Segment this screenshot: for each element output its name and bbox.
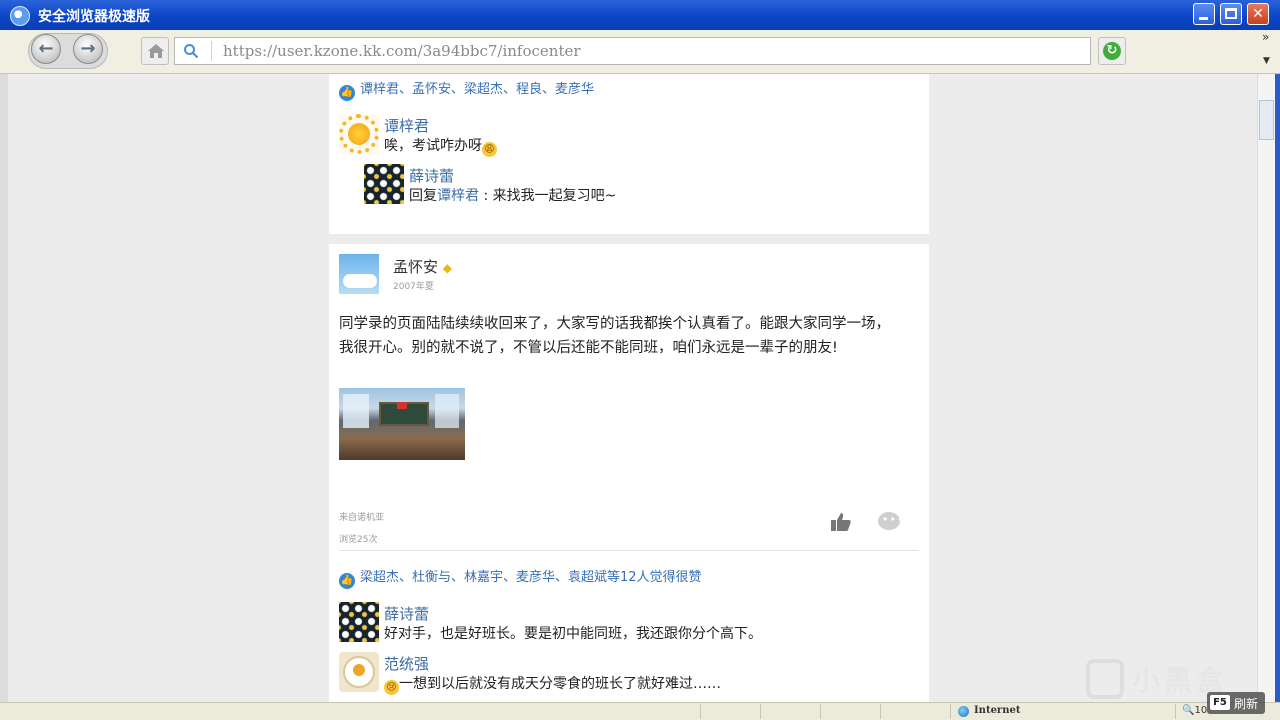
cloud-shape [343,274,377,288]
status-segment [880,704,881,719]
status-segment [760,704,761,719]
window-right-edge [1275,74,1280,702]
status-segment [1175,704,1176,719]
post-body-line: 同学录的页面陆陆续续收回来了，大家写的话我都挨个认真看了。能跟大家同学一场， [339,316,890,332]
status-segment [950,704,951,719]
home-button[interactable] [141,37,169,65]
title-bar: 安全浏览器极速版 ✕ [0,0,1280,30]
f5-key: F5 [1210,695,1230,710]
comment-text: 唉，考试咋办呀 😩 [384,135,497,157]
avatar[interactable] [339,652,379,692]
comment-author[interactable]: 薛诗蕾 [384,603,429,624]
photo-window [435,394,459,428]
egg-yolk-shape [353,664,365,676]
url-input[interactable] [223,41,1073,61]
sun-core [348,123,370,145]
post-views: 浏览25次 [339,535,378,545]
photo-banner [397,402,407,409]
security-zone: Internet [974,705,1021,716]
comment-author[interactable]: 范统强 [384,653,429,674]
watermark-logo-icon [1086,659,1124,699]
post-source: 来自诺机亚 [339,513,385,523]
reply-text: 回复谭梓君 : 来找我一起复习吧~ [409,185,616,205]
post-date: 2007年夏 [393,282,434,292]
post-body: 同学录的页面陆陆续续收回来了，大家写的话我都挨个认真看了。能跟大家同学一场， 我… [339,312,929,360]
vip-diamond-icon: ◆ [442,261,453,275]
arrow-right-icon: → [80,38,96,59]
post-photo-classroom[interactable] [339,388,465,460]
feed-post: 孟怀安 ◆ 2007年夏 同学录的页面陆陆续续收回来了，大家写的话我都挨个认真看… [329,244,929,702]
crying-face-icon: 😢 [384,680,399,695]
zoom-value: 10 [1194,705,1208,716]
search-icon [184,44,199,59]
avatar[interactable] [364,164,404,204]
maximize-icon [1225,8,1237,19]
forward-button[interactable]: → [73,34,103,64]
browser-toolbar: ← → ↻ [0,30,1280,74]
close-icon: ✕ [1252,6,1264,22]
like-button[interactable] [829,510,853,534]
home-icon [148,44,164,58]
browser-logo-icon [10,6,30,26]
toolbar-dropdown-icon[interactable]: ▼ [1263,56,1270,66]
window-left-edge [0,74,8,702]
comment-text-body: 唉，考试咋办呀 [384,138,482,154]
minimize-icon [1199,17,1208,20]
window-title: 安全浏览器极速版 [38,9,150,25]
status-segment [820,704,821,719]
tired-face-icon: 😩 [482,142,497,157]
f5-label: 刷新 [1234,697,1259,711]
minimize-button[interactable] [1193,3,1215,25]
thumbs-up-icon: 👍 [339,85,355,101]
address-bar[interactable] [174,37,1091,65]
address-separator [211,41,212,61]
comment-author[interactable]: 谭梓君 [384,115,429,136]
likes-row: 👍 梁超杰、杜衡与、林嘉宇、麦彦华、袁超斌等12人觉得很赞 [339,566,702,589]
post-divider [339,550,919,551]
f5-refresh-hint[interactable]: F5 刷新 [1207,692,1265,714]
comment-button[interactable]: ••• [877,510,905,534]
globe-icon [958,706,969,717]
reply-body: : 来找我一起复习吧~ [479,188,617,204]
feed-post: 👍 谭梓君、孟怀安、梁超杰、程良、麦彦华 谭梓君 唉，考试咋办呀 😩 薛诗蕾 回复谭… [329,74,929,234]
reply-prefix: 回复 [409,188,437,204]
likes-text[interactable]: 梁超杰、杜衡与、林嘉宇、麦彦华、袁超斌等12人觉得很赞 [360,570,702,585]
post-body-line: 我很开心。别的就不说了，不管以后还能不能同班，咱们永远是一辈子的朋友! [339,340,838,356]
photo-window [343,394,369,428]
toolbar-overflow-chevron[interactable]: » [1262,30,1269,44]
comment-text: 😢 一想到以后就没有成天分零食的班长了就好难过…… [384,673,721,695]
refresh-icon: ↻ [1103,42,1121,60]
reply-author[interactable]: 薛诗蕾 [409,165,454,186]
avatar[interactable] [339,254,379,294]
arrow-left-icon: ← [38,38,54,59]
comment-text: 好对手，也是好班长。要是初中能同班，我还跟你分个高下。 [384,626,762,642]
post-author-name[interactable]: 孟怀安 [393,258,438,276]
avatar[interactable] [339,602,379,642]
close-button[interactable]: ✕ [1247,3,1269,25]
maximize-button[interactable] [1220,3,1242,25]
refresh-button[interactable]: ↻ [1098,37,1126,65]
status-segment [700,704,701,719]
magnifier-icon: 🔍 [1182,705,1195,716]
thumbs-up-icon [831,513,851,531]
scrollbar-thumb[interactable] [1259,100,1274,140]
avatar[interactable] [339,114,379,154]
likes-row: 👍 谭梓君、孟怀安、梁超杰、程良、麦彦华 [339,78,594,101]
page-viewport: 👍 谭梓君、孟怀安、梁超杰、程良、麦彦华 谭梓君 唉，考试咋办呀 😩 薛诗蕾 回复谭… [8,74,1257,702]
back-button[interactable]: ← [31,34,61,64]
likes-text[interactable]: 谭梓君、孟怀安、梁超杰、程良、麦彦华 [360,82,594,97]
reply-target[interactable]: 谭梓君 [437,188,479,204]
post-author[interactable]: 孟怀安 ◆ [393,256,452,277]
comment-dots: ••• [882,513,905,526]
vertical-scrollbar[interactable] [1257,74,1275,702]
comment-text-body: 一想到以后就没有成天分零食的班长了就好难过…… [399,676,721,692]
zoom-level[interactable]: 🔍10 [1182,705,1207,716]
thumbs-up-icon: 👍 [339,573,355,589]
